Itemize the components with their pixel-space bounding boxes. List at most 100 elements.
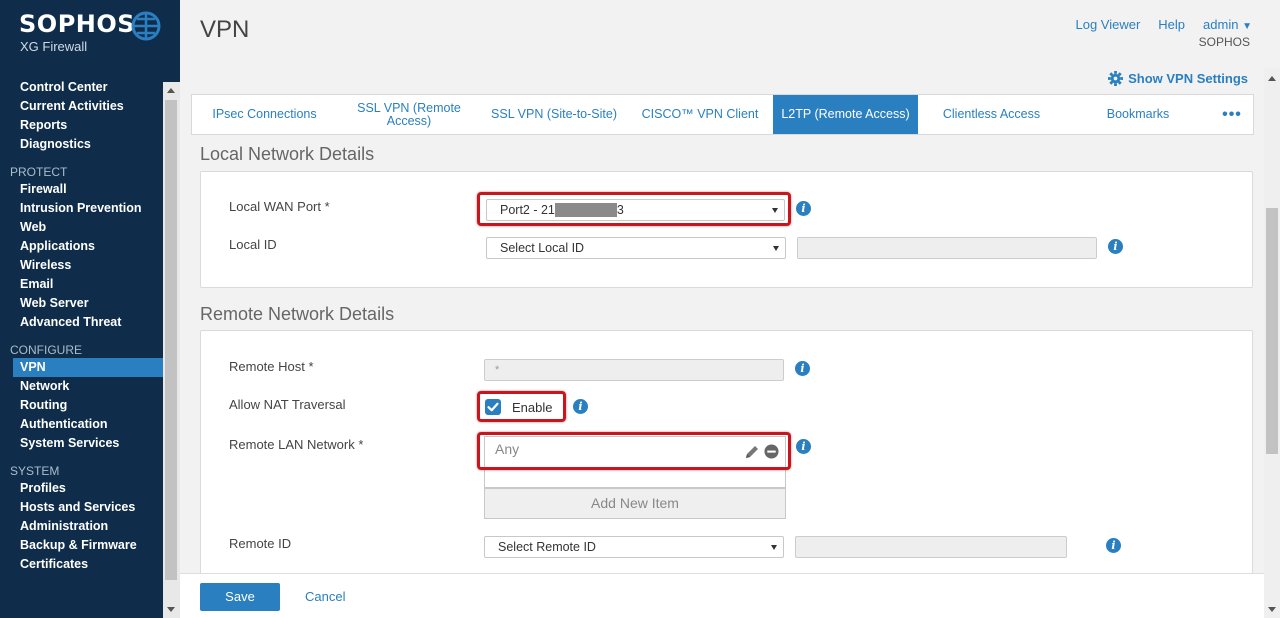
tab-label: Bookmarks xyxy=(1106,107,1170,121)
more-icon: ••• xyxy=(1222,106,1242,123)
remote-host-field: * xyxy=(484,359,784,381)
scroll-down-arrow-icon[interactable] xyxy=(1268,607,1276,612)
scroll-up-arrow-icon[interactable] xyxy=(1268,76,1276,81)
list-item[interactable]: Any xyxy=(495,441,519,457)
info-icon[interactable]: i xyxy=(573,399,588,414)
log-viewer-link[interactable]: Log Viewer xyxy=(1075,17,1140,32)
cancel-button[interactable]: Cancel xyxy=(305,589,345,604)
info-icon[interactable]: i xyxy=(796,201,811,216)
sidebar: SOPHOS XG Firewall Control Center Current… xyxy=(0,0,163,618)
sidebar-scrollbar[interactable] xyxy=(163,82,180,618)
sidebar-item-hosts-and-services[interactable]: Hosts and Services xyxy=(0,498,163,517)
add-new-item-button[interactable]: Add New Item xyxy=(484,488,786,519)
save-button[interactable]: Save xyxy=(200,583,280,611)
sidebar-item-current-activities[interactable]: Current Activities xyxy=(0,97,163,116)
sidebar-section-system: SYSTEM xyxy=(10,464,60,478)
sidebar-item-intrusion-prevention[interactable]: Intrusion Prevention xyxy=(0,199,163,218)
tab-l2tp-remote-access[interactable]: L2TP (Remote Access) xyxy=(773,95,918,134)
remote-host-value: * xyxy=(495,364,500,376)
sidebar-item-backup-firmware[interactable]: Backup & Firmware xyxy=(0,536,163,555)
dropdown-caret-icon xyxy=(773,246,779,251)
sidebar-item-wireless[interactable]: Wireless xyxy=(0,256,163,275)
local-wan-port-value-start: Port2 - 21 xyxy=(500,203,555,217)
remote-id-select[interactable]: Select Remote ID xyxy=(484,536,784,558)
brand-name: SOPHOS xyxy=(19,10,136,38)
sidebar-item-certificates[interactable]: Certificates xyxy=(0,555,163,574)
sidebar-item-authentication[interactable]: Authentication xyxy=(0,415,163,434)
remote-id-label: Remote ID xyxy=(229,536,292,551)
tab-bookmarks[interactable]: Bookmarks xyxy=(1065,95,1211,134)
more-tabs-button[interactable]: ••• xyxy=(1211,95,1253,134)
scroll-down-arrow-icon[interactable] xyxy=(167,607,175,612)
main-scrollbar[interactable] xyxy=(1264,68,1280,618)
sidebar-item-profiles[interactable]: Profiles xyxy=(0,479,163,498)
info-icon[interactable]: i xyxy=(1108,239,1123,254)
main-scrollbar-thumb[interactable] xyxy=(1266,208,1278,454)
scroll-up-arrow-icon[interactable] xyxy=(167,88,175,93)
help-link[interactable]: Help xyxy=(1158,17,1185,32)
sidebar-item-email[interactable]: Email xyxy=(0,275,163,294)
tab-bar: IPsec Connections SSL VPN (Remote Access… xyxy=(191,94,1254,135)
remote-id-value: Select Remote ID xyxy=(498,540,596,554)
local-network-card xyxy=(200,171,1253,288)
remote-lan-network-list: Any xyxy=(484,436,786,488)
tab-label: L2TP (Remote Access) xyxy=(781,107,910,121)
redacted-block xyxy=(554,203,617,217)
sidebar-item-web-server[interactable]: Web Server xyxy=(0,294,163,313)
sidebar-section-configure: CONFIGURE xyxy=(10,343,82,357)
sidebar-item-applications[interactable]: Applications xyxy=(0,237,163,256)
gear-icon xyxy=(1108,71,1124,86)
enable-checkbox-label[interactable]: Enable xyxy=(512,400,552,415)
show-vpn-settings-label: Show VPN Settings xyxy=(1128,71,1248,86)
tab-label: IPsec Connections xyxy=(212,107,317,121)
tab-clientless-access[interactable]: Clientless Access xyxy=(918,95,1065,134)
page-title: VPN xyxy=(200,16,250,43)
tab-ssl-vpn-site-to-site[interactable]: SSL VPN (Site-to-Site) xyxy=(481,95,627,134)
remote-network-details-title: Remote Network Details xyxy=(200,304,395,324)
sidebar-item-control-center[interactable]: Control Center xyxy=(0,78,163,97)
brand-logo[interactable]: SOPHOS XG Firewall xyxy=(19,10,135,54)
pencil-icon[interactable] xyxy=(744,444,760,460)
remote-id-field xyxy=(795,536,1067,558)
remove-icon[interactable] xyxy=(764,444,779,459)
sidebar-item-firewall[interactable]: Firewall xyxy=(0,180,163,199)
admin-org: SOPHOS xyxy=(1198,35,1250,49)
tab-label: SSL VPN (Remote Access) xyxy=(357,100,461,128)
info-icon[interactable]: i xyxy=(795,361,810,376)
caret-down-icon: ▼ xyxy=(1242,21,1252,32)
info-icon[interactable]: i xyxy=(1106,538,1121,553)
local-id-value: Select Local ID xyxy=(500,241,585,255)
allow-nat-traversal-label: Allow NAT Traversal xyxy=(229,397,346,412)
tab-ssl-vpn-remote-access[interactable]: SSL VPN (Remote Access) xyxy=(337,95,481,134)
sidebar-item-vpn[interactable]: VPN xyxy=(13,358,163,377)
sidebar-item-network[interactable]: Network xyxy=(0,377,163,396)
sidebar-item-diagnostics[interactable]: Diagnostics xyxy=(0,135,163,154)
tab-label: Clientless Access xyxy=(942,107,1041,121)
sidebar-item-reports[interactable]: Reports xyxy=(0,116,163,135)
admin-menu[interactable]: admin ▼ xyxy=(1203,17,1252,32)
top-links: Log Viewer Help admin ▼ xyxy=(1075,17,1252,32)
sidebar-scrollbar-thumb[interactable] xyxy=(165,100,177,580)
globe-icon xyxy=(131,11,161,41)
check-icon xyxy=(487,402,499,412)
tab-cisco-vpn-client[interactable]: CISCO™ VPN Client xyxy=(627,95,773,134)
main-content: Local Network Details Local WAN Port * P… xyxy=(190,136,1264,573)
tab-ipsec-connections[interactable]: IPsec Connections xyxy=(192,95,337,134)
remote-lan-network-label: Remote LAN Network * xyxy=(229,437,364,452)
local-id-select[interactable]: Select Local ID xyxy=(486,237,786,259)
sidebar-item-routing[interactable]: Routing xyxy=(0,396,163,415)
product-name: XG Firewall xyxy=(20,39,88,54)
info-icon[interactable]: i xyxy=(796,439,811,454)
sidebar-item-web[interactable]: Web xyxy=(0,218,163,237)
nat-traversal-checkbox[interactable] xyxy=(485,399,501,415)
local-wan-port-select[interactable]: Port2 - 21 3 xyxy=(486,199,785,221)
admin-username: admin xyxy=(1203,17,1239,32)
tab-label: CISCO™ VPN Client xyxy=(641,107,759,121)
sidebar-item-system-services[interactable]: System Services xyxy=(0,434,163,453)
sidebar-item-administration[interactable]: Administration xyxy=(0,517,163,536)
remote-host-label: Remote Host * xyxy=(229,359,314,374)
show-vpn-settings-link[interactable]: Show VPN Settings xyxy=(1108,71,1248,86)
local-wan-port-value-end: 3 xyxy=(616,203,624,217)
sidebar-item-advanced-threat[interactable]: Advanced Threat xyxy=(0,313,163,332)
sidebar-nav: Control Center Current Activities Reports D… xyxy=(0,78,163,574)
